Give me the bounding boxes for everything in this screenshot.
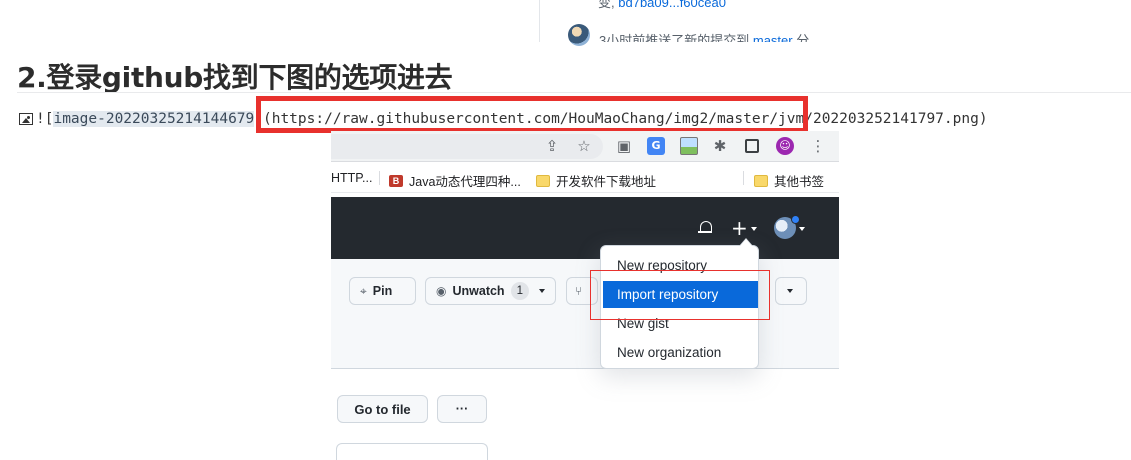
plus-icon[interactable]: + — [731, 216, 748, 240]
chevron-down-icon[interactable] — [751, 227, 757, 231]
menu-item-new-organization[interactable]: New organization — [601, 339, 758, 366]
translate-icon[interactable]: G — [647, 137, 665, 155]
push-text: 3小时前推送了新的提交到 — [599, 33, 750, 42]
pin-label: Pin — [372, 284, 393, 298]
import-highlight-box — [590, 270, 770, 320]
star-dropdown-button[interactable] — [775, 277, 807, 305]
chevron-down-icon — [538, 289, 545, 293]
watch-count-badge: 1 — [510, 282, 529, 300]
profile-icon[interactable]: ☺ — [776, 137, 794, 155]
bookmarks-bar: HTTP... B Java动态代理四种... 开发软件下载地址 其他书签 — [331, 163, 839, 193]
bookmark-label: HTTP... — [331, 171, 373, 185]
share-icon[interactable]: ⇪ — [543, 137, 561, 155]
code-box-edge — [336, 443, 488, 460]
avatar[interactable] — [568, 24, 590, 46]
chevron-down-icon[interactable] — [799, 227, 805, 231]
more-options-button[interactable]: ··· — [437, 395, 487, 423]
bell-icon[interactable] — [698, 221, 712, 235]
unwatch-button[interactable]: ◉ Unwatch 1 — [425, 277, 556, 305]
eye-icon: ◉ — [436, 284, 447, 298]
bookmark-item[interactable]: HTTP... — [331, 171, 372, 185]
fork-icon: ⑂ — [575, 284, 583, 298]
extension-tabs-icon[interactable]: ▣ — [615, 137, 633, 155]
chevron-down-icon — [787, 289, 793, 293]
go-to-file-button[interactable]: Go to file — [337, 395, 428, 423]
heading-divider — [17, 92, 1131, 93]
unwatch-label: Unwatch — [452, 284, 505, 298]
section-heading: 2.登录github找到下图的选项进去 — [17, 61, 453, 94]
clipped-commit-line: 变, bd7ba09...f60cea0 — [598, 0, 726, 11]
blog-favicon-icon: B — [389, 174, 403, 187]
folder-icon — [754, 174, 768, 187]
broken-image-icon — [19, 113, 33, 125]
image-alt-text: image-20220325214144679 — [53, 111, 255, 127]
status-dot-icon — [791, 215, 800, 224]
browser-toolbar: ⇪ ☆ ▣ G ✱ ☺ ⋮ — [331, 131, 839, 162]
previous-content-strip: 变, bd7ba09...f60cea0 3小时前推送了新的提交到 master… — [0, 0, 1131, 46]
bookmark-label: 开发软件下载地址 — [556, 175, 657, 189]
kebab-menu-icon[interactable]: ⋮ — [809, 137, 827, 155]
push-suffix: 分 — [796, 33, 810, 42]
puzzle-icon[interactable]: ✱ — [711, 137, 729, 155]
address-bar[interactable] — [331, 134, 603, 159]
embedded-screenshot: ⇪ ☆ ▣ G ✱ ☺ ⋮ HTTP... B Java动态代理四种... 开发… — [331, 131, 839, 460]
bookmark-item[interactable]: B Java动态代理四种... — [389, 171, 521, 190]
image-filename: 202203252141797.png) — [812, 111, 988, 127]
bookmark-divider — [743, 171, 744, 185]
commit-prefix: 变, — [598, 0, 615, 10]
folder-icon — [536, 174, 550, 187]
url-highlight-box — [256, 96, 808, 133]
bookmark-folder[interactable]: 其他书签 — [754, 171, 824, 190]
star-icon[interactable]: ☆ — [575, 137, 593, 155]
commit-sha-link[interactable]: bd7ba09...f60cea0 — [618, 0, 726, 10]
md-prefix: ![ — [36, 111, 54, 127]
pin-icon: ⌖ — [360, 283, 367, 298]
bookmark-divider — [379, 171, 380, 185]
bookmark-label: Java动态代理四种... — [409, 175, 521, 189]
column-divider — [539, 0, 540, 42]
bookmark-folder[interactable]: 开发软件下载地址 — [536, 171, 656, 190]
sidebar-icon[interactable] — [745, 139, 759, 153]
push-activity-text: 3小时前推送了新的提交到 master 分 — [599, 30, 809, 42]
bookmark-label: 其他书签 — [774, 175, 825, 189]
pin-button[interactable]: ⌖ Pin — [349, 277, 416, 305]
branch-link[interactable]: master — [753, 33, 793, 42]
github-header — [331, 197, 839, 259]
image-extension-icon[interactable] — [680, 137, 698, 155]
